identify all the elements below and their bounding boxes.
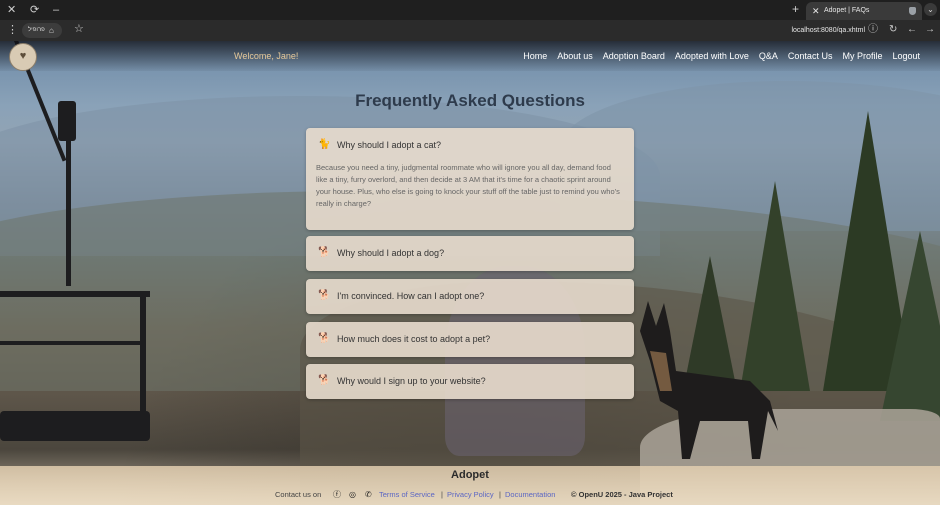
- chairlift-bar: [0, 291, 150, 297]
- home-icon[interactable]: ⌂: [49, 23, 54, 38]
- cat-icon: 🐈: [318, 139, 331, 150]
- faq-item-cost[interactable]: 🐕 How much does it cost to adopt a pet?: [306, 322, 634, 357]
- nav-link-about-us[interactable]: About us: [557, 51, 593, 61]
- dog-figure: [640, 301, 778, 459]
- faq-question[interactable]: I'm convinced. How can I adopt one?: [337, 279, 484, 314]
- pine-tree: [880, 231, 940, 421]
- chairlift-hanger: [66, 136, 71, 286]
- faq-question[interactable]: Why would I sign up to your website?: [337, 364, 486, 399]
- faq-question[interactable]: Why should I adopt a dog?: [337, 236, 444, 271]
- nav-links: Home About us Adoption Board Adopted wit…: [523, 51, 920, 61]
- chairlift-seat: [0, 411, 150, 441]
- dog-icon: 🐕: [318, 375, 331, 386]
- reload-icon[interactable]: ↻: [889, 23, 897, 37]
- nav-link-my-profile[interactable]: My Profile: [842, 51, 882, 61]
- bookmark-star-icon[interactable]: ☆: [74, 22, 84, 35]
- faq-item-dog[interactable]: 🐕 Why should I adopt a dog?: [306, 236, 634, 271]
- page-title: Frequently Asked Questions: [355, 91, 585, 110]
- nav-link-adopted-with-love[interactable]: Adopted with Love: [675, 51, 749, 61]
- facebook-icon[interactable]: ⓕ: [333, 489, 341, 501]
- dog-icon: 🐕: [318, 333, 331, 344]
- documentation-link[interactable]: Documentation: [505, 489, 555, 501]
- nav-link-home[interactable]: Home: [523, 51, 547, 61]
- copyright: © OpenU 2025 - Java Project: [571, 490, 673, 499]
- faq-item-sign-up[interactable]: 🐕 Why would I sign up to your website?: [306, 364, 634, 399]
- faq-question[interactable]: Why should I adopt a cat?: [337, 128, 441, 163]
- site-navbar: ♥ Welcome, Jane! Home About us Adoption …: [0, 41, 940, 71]
- minimize-icon[interactable]: –: [53, 3, 59, 17]
- footer-separator: |: [499, 490, 501, 499]
- instagram-icon[interactable]: ◎: [349, 489, 356, 501]
- profile-chip[interactable]: פרופיל ⌂: [22, 23, 62, 38]
- terms-of-service-link[interactable]: Terms of Service: [379, 489, 435, 501]
- nav-link-qa[interactable]: Q&A: [759, 51, 778, 61]
- dog-icon: 🐕: [318, 247, 331, 258]
- contact-label: Contact us on: [275, 490, 322, 499]
- back-arrow-icon[interactable]: ←: [907, 23, 917, 37]
- faq-item-how-to-adopt[interactable]: 🐕 I'm convinced. How can I adopt one?: [306, 279, 634, 314]
- new-tab-button[interactable]: +: [792, 2, 799, 16]
- url-field[interactable]: localhost:8080/qa.xhtml: [791, 20, 865, 41]
- welcome-message: Welcome, Jane!: [234, 51, 299, 61]
- site-info-icon[interactable]: ⓘ: [868, 23, 878, 37]
- adopet-logo[interactable]: ♥: [9, 43, 37, 71]
- nav-link-logout[interactable]: Logout: [892, 51, 920, 61]
- nav-link-contact-us[interactable]: Contact Us: [788, 51, 833, 61]
- dog-icon: 🐕: [318, 290, 331, 301]
- chevron-down-icon[interactable]: ⌄: [924, 3, 937, 16]
- faq-item-cat[interactable]: 🐈 Why should I adopt a cat? Because you …: [306, 128, 634, 230]
- browser-address-bar: ⋮ פרופיל ⌂ ☆ localhost:8080/qa.xhtml ⓘ ↻…: [0, 20, 940, 41]
- chairlift-bar: [0, 341, 140, 345]
- faq-question[interactable]: How much does it cost to adopt a pet?: [337, 322, 490, 357]
- nav-link-adoption-board[interactable]: Adoption Board: [603, 51, 665, 61]
- faq-answer: Because you need a tiny, judgmental room…: [316, 163, 620, 208]
- tab-close-icon[interactable]: ✕: [812, 2, 820, 20]
- whatsapp-icon[interactable]: ✆: [365, 489, 372, 501]
- browser-tab-bar: ✕ ⟳ – + ✕ Adopet | FAQs ⌄: [0, 0, 940, 20]
- forward-arrow-icon[interactable]: →: [925, 23, 935, 37]
- page-viewport: ♥ Welcome, Jane! Home About us Adoption …: [0, 41, 940, 505]
- shield-icon: [909, 7, 916, 15]
- profile-chip-label: פרופיל: [28, 27, 45, 33]
- menu-icon[interactable]: ⋮: [7, 23, 18, 36]
- privacy-policy-link[interactable]: Privacy Policy: [447, 489, 494, 501]
- reload-window-icon[interactable]: ⟳: [30, 3, 39, 17]
- browser-tab-active[interactable]: ✕ Adopet | FAQs: [806, 2, 922, 20]
- footer-separator: |: [441, 490, 443, 499]
- footer-brand: Adopet: [451, 469, 489, 481]
- tab-title: Adopet | FAQs: [824, 7, 870, 14]
- close-window-icon[interactable]: ✕: [7, 3, 16, 17]
